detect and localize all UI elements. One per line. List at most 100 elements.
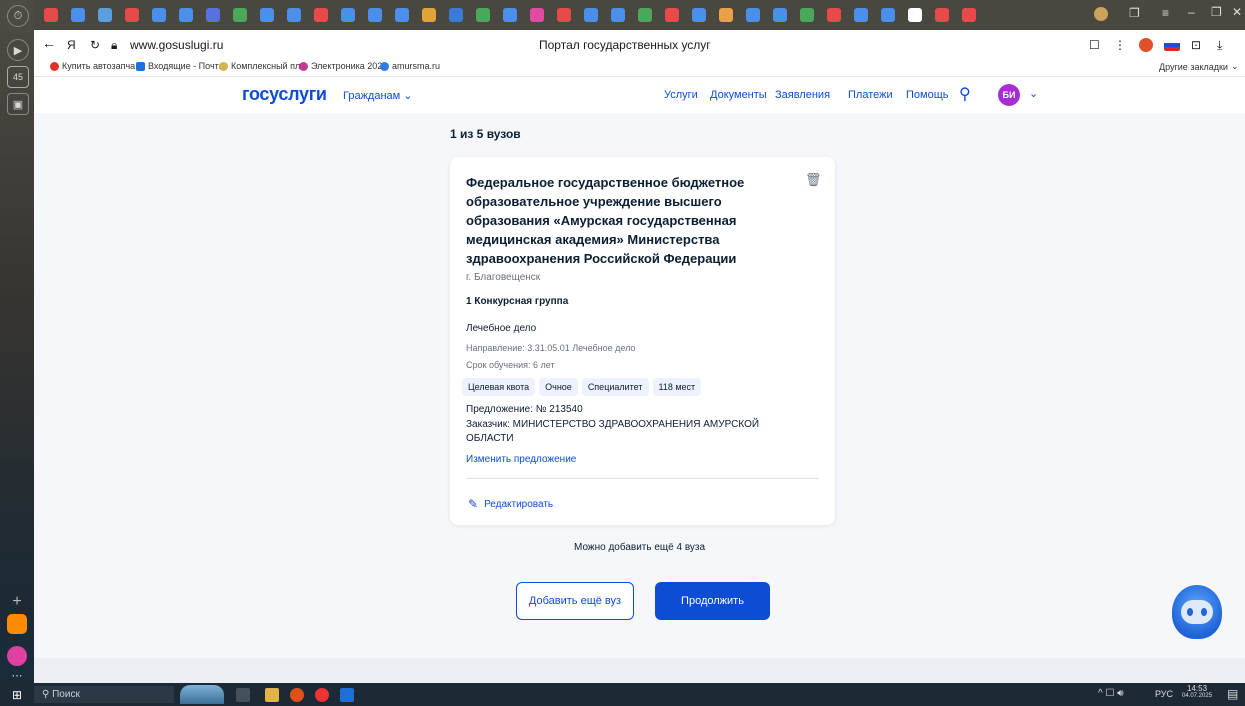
bookmark-item[interactable]: Входящие - Почта [136,61,224,71]
avatar[interactable]: БИ [998,84,1020,106]
tab-favicon-icon[interactable] [611,8,625,22]
chrome-icon[interactable] [290,688,304,702]
change-offer-link[interactable]: Изменить предложение [466,454,576,465]
taskbar-search[interactable]: ⚲ Поиск [34,686,174,703]
university-card: Федеральное государственное бюджетное об… [450,157,835,525]
tab-favicon-icon[interactable] [152,8,166,22]
tab-favicon-icon[interactable] [449,8,463,22]
tabs-count-badge[interactable]: 45 [7,66,29,88]
other-bookmarks[interactable]: Другие закладки ⌄ [1159,61,1239,72]
tab-favicon-icon[interactable] [719,8,733,22]
tab-favicon-icon[interactable] [908,8,922,22]
tab-favicon-icon[interactable] [665,8,679,22]
nav-applications[interactable]: Заявления [775,89,830,101]
extension-icon[interactable] [1139,38,1153,52]
minimize-icon[interactable]: – [1188,5,1195,19]
clock[interactable]: 14:53 04.07.2025 [1182,684,1212,699]
bookmark-favicon-icon [299,61,308,71]
add-university-button[interactable]: Добавить ещё вуз [516,582,634,620]
tab-favicon-icon[interactable] [206,8,220,22]
tab-favicon-icon[interactable] [557,8,571,22]
yandex-icon[interactable]: Я [67,38,76,52]
tab-favicon-icon[interactable] [341,8,355,22]
restore-icon[interactable]: ❐ [1211,5,1222,19]
yandex-browser-icon[interactable] [315,688,329,702]
reader-icon[interactable]: ⊡ [1191,38,1201,52]
robot-assistant-icon[interactable] [1172,585,1222,639]
nav-services[interactable]: Услуги [664,89,698,101]
bookmark-item[interactable]: Комплексный пла [219,61,305,71]
tab-favicon-icon[interactable] [125,8,139,22]
tab-favicon-icon[interactable] [773,8,787,22]
reload-icon[interactable]: ↻ [90,38,100,52]
bookmark-item[interactable]: Электроника 202 [299,61,382,71]
add-panel-icon[interactable]: + [7,592,27,612]
bookmark-item[interactable]: Купить автозапча [50,61,135,71]
audience-dropdown[interactable]: Гражданам ⌄ [343,89,413,102]
tab-favicon-icon[interactable] [503,8,517,22]
more-actions-icon[interactable]: ⋮ [1114,38,1126,52]
tab-favicon-icon[interactable] [44,8,58,22]
alice-icon[interactable] [7,646,27,666]
tab-favicon-icon[interactable] [260,8,274,22]
close-window-icon[interactable]: ✕ [1232,5,1242,19]
tab-favicon-icon[interactable] [530,8,544,22]
edit-button[interactable]: ✎ Редактировать [468,497,553,511]
competition-group: 1 Конкурсная группа [466,296,569,307]
back-icon[interactable]: ← [42,35,56,51]
file-explorer-icon[interactable] [265,688,279,702]
chips-row: Целевая квота Очное Специалитет 118 мест [462,377,705,396]
nav-documents[interactable]: Документы [710,89,767,101]
trash-icon[interactable]: 🗑︎ [805,172,822,188]
tab-favicon-icon[interactable] [395,8,409,22]
more-icon[interactable]: ⋯ [7,665,27,685]
gallery-icon[interactable]: ▣ [7,93,29,115]
notifications-icon[interactable]: ▤ [1227,687,1238,701]
search-icon[interactable]: ⚲ [959,84,971,104]
tab-favicon-icon[interactable] [638,8,652,22]
mail-app-icon[interactable] [7,614,27,634]
tab-favicon-icon[interactable] [98,8,112,22]
menu-icon[interactable]: ≡ [1162,6,1169,20]
bookmark-item[interactable]: amursma.ru [380,61,440,71]
tab-favicon-icon[interactable] [854,8,868,22]
bookmark-icon[interactable]: ☐ [1089,38,1100,52]
flag-ru-icon[interactable] [1164,39,1180,51]
tab-favicon-icon[interactable] [233,8,247,22]
nav-help[interactable]: Помощь [906,89,949,101]
weather-widget-icon[interactable] [180,685,224,704]
download-icon[interactable]: ⤓ [1217,38,1222,53]
gosuslugi-logo[interactable]: госуслуги [242,84,327,105]
tab-favicon-icon[interactable] [179,8,193,22]
task-view-icon[interactable] [236,688,250,702]
tab-favicon-icon[interactable] [935,8,949,22]
tab-favicon-icon[interactable] [314,8,328,22]
word-icon[interactable] [340,688,354,702]
globe-favicon-icon [380,61,389,71]
tab-favicon-icon[interactable] [422,8,436,22]
tab-favicon-icon[interactable] [476,8,490,22]
profile-icon[interactable] [1094,7,1108,21]
tab-favicon-icon[interactable] [71,8,85,22]
language-indicator[interactable]: РУС [1155,689,1173,699]
duration-text: Срок обучения: 6 лет [466,360,555,370]
history-icon[interactable]: ⏱ [7,5,29,27]
tab-favicon-icon[interactable] [827,8,841,22]
continue-button[interactable]: Продолжить [655,582,770,620]
tab-favicon-icon[interactable] [692,8,706,22]
url-text[interactable]: www.gosuslugi.ru [130,38,223,52]
bookmark-panel-icon[interactable]: ❐ [1129,6,1140,20]
play-icon[interactable]: ▶ [7,39,29,61]
tab-favicon-icon[interactable] [287,8,301,22]
windows-start-icon[interactable]: ⊞ [12,688,22,702]
chip-form: Очное [539,378,578,396]
tab-favicon-icon[interactable] [746,8,760,22]
tab-favicon-icon[interactable] [584,8,598,22]
tray-icons[interactable]: ^ ☐ 🔊︎ [1098,688,1124,699]
tab-favicon-icon[interactable] [881,8,895,22]
chevron-down-icon[interactable]: ⌄ [1029,87,1038,100]
tab-favicon-icon[interactable] [368,8,382,22]
tab-favicon-icon[interactable] [800,8,814,22]
nav-payments[interactable]: Платежи [848,89,893,101]
tab-favicon-icon[interactable] [962,8,976,22]
